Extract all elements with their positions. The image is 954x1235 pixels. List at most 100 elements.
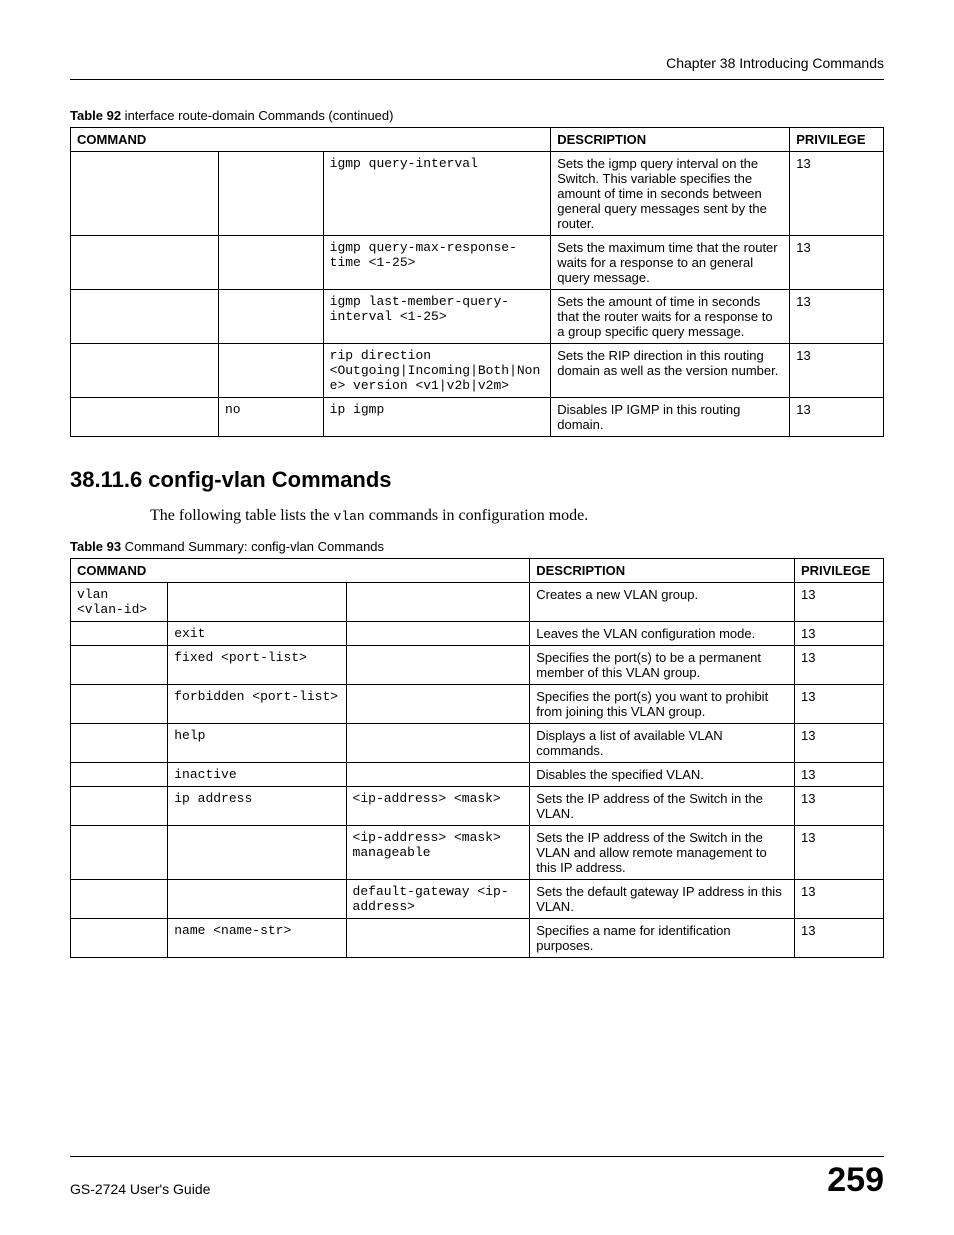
table-row: default-gateway <ip-address> Sets the de… bbox=[71, 880, 884, 919]
section-heading: 38.11.6 config-vlan Commands bbox=[70, 467, 884, 493]
table-92-caption-text: interface route-domain Commands (continu… bbox=[121, 108, 393, 123]
cell-cmd-1 bbox=[71, 880, 168, 919]
table-92-header-command: COMMAND bbox=[71, 128, 551, 152]
cell-priv: 13 bbox=[794, 646, 883, 685]
cell-cmd-3: ip igmp bbox=[323, 398, 551, 437]
table-row: help Displays a list of available VLAN c… bbox=[71, 724, 884, 763]
cell-priv: 13 bbox=[790, 290, 884, 344]
table-row: exit Leaves the VLAN configuration mode.… bbox=[71, 622, 884, 646]
intro-code: vlan bbox=[334, 509, 365, 524]
table-row: igmp query-max-response-time <1-25> Sets… bbox=[71, 236, 884, 290]
cell-cmd-3: igmp query-max-response-time <1-25> bbox=[323, 236, 551, 290]
cell-cmd-1 bbox=[71, 152, 219, 236]
table-row: rip direction <Outgoing|Incoming|Both|No… bbox=[71, 344, 884, 398]
document-page: Chapter 38 Introducing Commands Table 92… bbox=[0, 0, 954, 1235]
cell-priv: 13 bbox=[794, 880, 883, 919]
cell-desc: Displays a list of available VLAN comman… bbox=[530, 724, 795, 763]
cell-cmd-1 bbox=[71, 622, 168, 646]
cell-cmd-1 bbox=[71, 398, 219, 437]
cell-cmd-3: rip direction <Outgoing|Incoming|Both|No… bbox=[323, 344, 551, 398]
cell-desc: Sets the default gateway IP address in t… bbox=[530, 880, 795, 919]
table-92-header-description: DESCRIPTION bbox=[551, 128, 790, 152]
cell-cmd-2: inactive bbox=[168, 763, 346, 787]
table-row: no ip igmp Disables IP IGMP in this rout… bbox=[71, 398, 884, 437]
table-row: igmp query-interval Sets the igmp query … bbox=[71, 152, 884, 236]
cell-cmd-2 bbox=[168, 880, 346, 919]
cell-desc: Creates a new VLAN group. bbox=[530, 583, 795, 622]
cell-desc: Specifies a name for identification purp… bbox=[530, 919, 795, 958]
cell-priv: 13 bbox=[794, 685, 883, 724]
cell-cmd-3: igmp query-interval bbox=[323, 152, 551, 236]
cell-cmd-2: forbidden <port-list> bbox=[168, 685, 346, 724]
cell-cmd-3 bbox=[346, 763, 530, 787]
cell-priv: 13 bbox=[794, 622, 883, 646]
cell-cmd-1 bbox=[71, 646, 168, 685]
table-row: fixed <port-list> Specifies the port(s) … bbox=[71, 646, 884, 685]
cell-cmd-3: <ip-address> <mask> bbox=[346, 787, 530, 826]
cell-cmd-1 bbox=[71, 724, 168, 763]
cell-cmd-3 bbox=[346, 685, 530, 724]
cell-cmd-2: fixed <port-list> bbox=[168, 646, 346, 685]
cell-cmd-2 bbox=[218, 290, 323, 344]
table-93-header-command: COMMAND bbox=[71, 559, 530, 583]
page-footer: GS-2724 User's Guide 259 bbox=[70, 1156, 884, 1197]
cell-cmd-3: default-gateway <ip-address> bbox=[346, 880, 530, 919]
cell-priv: 13 bbox=[794, 826, 883, 880]
table-92-caption: Table 92 interface route-domain Commands… bbox=[70, 108, 884, 123]
cell-cmd-2: exit bbox=[168, 622, 346, 646]
table-93-header-privilege: PRIVILEGE bbox=[794, 559, 883, 583]
cell-cmd-3 bbox=[346, 724, 530, 763]
cell-cmd-2 bbox=[168, 583, 346, 622]
cell-priv: 13 bbox=[794, 787, 883, 826]
table-92-header-privilege: PRIVILEGE bbox=[790, 128, 884, 152]
cell-cmd-2 bbox=[168, 826, 346, 880]
cell-cmd-3 bbox=[346, 622, 530, 646]
table-93-header-description: DESCRIPTION bbox=[530, 559, 795, 583]
cell-priv: 13 bbox=[790, 344, 884, 398]
cell-cmd-2: no bbox=[218, 398, 323, 437]
cell-cmd-2: help bbox=[168, 724, 346, 763]
cell-cmd-2: ip address bbox=[168, 787, 346, 826]
table-93-caption-bold: Table 93 bbox=[70, 539, 121, 554]
cell-desc: Disables IP IGMP in this routing domain. bbox=[551, 398, 790, 437]
cell-cmd-2: name <name-str> bbox=[168, 919, 346, 958]
cell-desc: Disables the specified VLAN. bbox=[530, 763, 795, 787]
table-93: COMMAND DESCRIPTION PRIVILEGE vlan <vlan… bbox=[70, 558, 884, 958]
cell-cmd-1 bbox=[71, 787, 168, 826]
cell-priv: 13 bbox=[790, 236, 884, 290]
cell-cmd-2 bbox=[218, 236, 323, 290]
cell-desc: Sets the RIP direction in this routing d… bbox=[551, 344, 790, 398]
table-93-caption-text: Command Summary: config-vlan Commands bbox=[121, 539, 384, 554]
cell-desc: Sets the igmp query interval on the Swit… bbox=[551, 152, 790, 236]
chapter-header: Chapter 38 Introducing Commands bbox=[70, 55, 884, 80]
table-row: name <name-str> Specifies a name for ide… bbox=[71, 919, 884, 958]
table-93-header-row: COMMAND DESCRIPTION PRIVILEGE bbox=[71, 559, 884, 583]
cell-cmd-3: <ip-address> <mask> manageable bbox=[346, 826, 530, 880]
table-row: forbidden <port-list> Specifies the port… bbox=[71, 685, 884, 724]
cell-desc: Sets the maximum time that the router wa… bbox=[551, 236, 790, 290]
footer-guide-name: GS-2724 User's Guide bbox=[70, 1181, 210, 1197]
cell-priv: 13 bbox=[794, 763, 883, 787]
cell-priv: 13 bbox=[794, 724, 883, 763]
cell-cmd-1: vlan <vlan-id> bbox=[71, 583, 168, 622]
table-row: <ip-address> <mask> manageable Sets the … bbox=[71, 826, 884, 880]
cell-desc: Leaves the VLAN configuration mode. bbox=[530, 622, 795, 646]
cell-cmd-3 bbox=[346, 646, 530, 685]
section-intro: The following table lists the vlan comma… bbox=[150, 507, 884, 525]
cell-cmd-3 bbox=[346, 583, 530, 622]
cell-desc: Sets the IP address of the Switch in the… bbox=[530, 826, 795, 880]
cell-desc: Specifies the port(s) you want to prohib… bbox=[530, 685, 795, 724]
cell-cmd-1 bbox=[71, 919, 168, 958]
cell-priv: 13 bbox=[794, 583, 883, 622]
cell-cmd-1 bbox=[71, 344, 219, 398]
cell-cmd-3: igmp last-member-query-interval <1-25> bbox=[323, 290, 551, 344]
table-row: ip address <ip-address> <mask> Sets the … bbox=[71, 787, 884, 826]
cell-priv: 13 bbox=[790, 152, 884, 236]
cell-cmd-3 bbox=[346, 919, 530, 958]
table-92-header-row: COMMAND DESCRIPTION PRIVILEGE bbox=[71, 128, 884, 152]
cell-desc: Specifies the port(s) to be a permanent … bbox=[530, 646, 795, 685]
cell-cmd-1 bbox=[71, 290, 219, 344]
cell-priv: 13 bbox=[790, 398, 884, 437]
footer-page-number: 259 bbox=[827, 1163, 884, 1197]
cell-cmd-1 bbox=[71, 826, 168, 880]
